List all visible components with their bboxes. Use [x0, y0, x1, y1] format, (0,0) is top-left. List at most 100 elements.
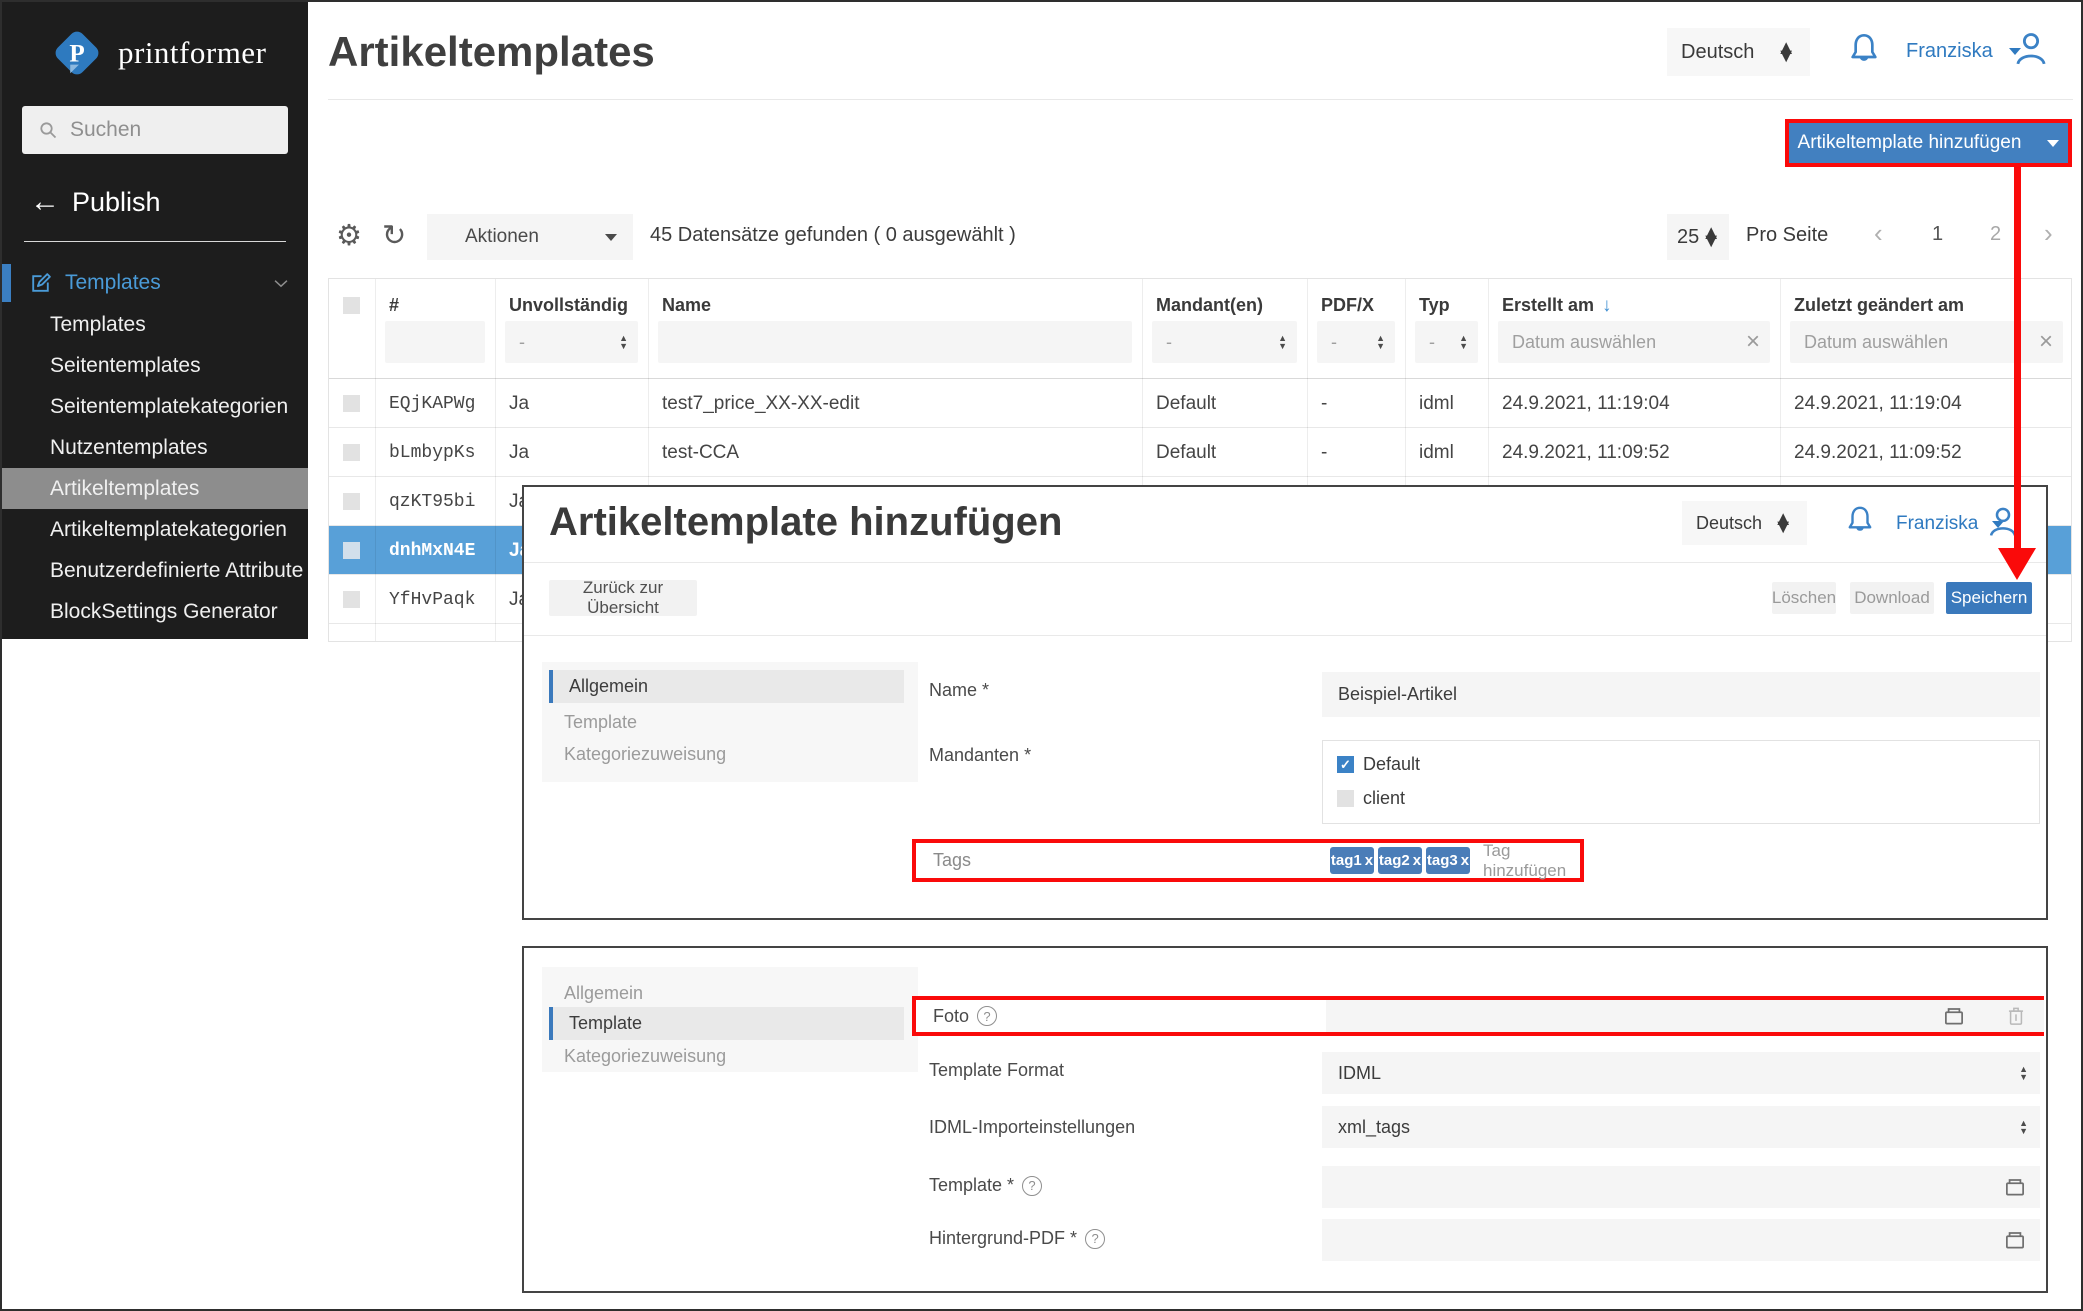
user-menu[interactable]: Franziska: [1906, 40, 2021, 63]
background-pdf-field[interactable]: [1322, 1219, 2040, 1261]
question-icon[interactable]: ?: [1022, 1176, 1042, 1196]
clear-icon[interactable]: ×: [2039, 328, 2053, 356]
search-input[interactable]: Suchen: [22, 106, 288, 154]
folder-icon[interactable]: [2002, 1227, 2028, 1253]
folder-icon[interactable]: [1941, 1003, 1967, 1029]
refresh-icon[interactable]: ↻: [382, 218, 406, 253]
notifications-bell-icon[interactable]: [1844, 30, 1884, 70]
delete-button[interactable]: Löschen: [1772, 582, 1836, 614]
language-select[interactable]: Deutsch ▲▼: [1667, 28, 1810, 76]
select-arrows-icon: ▲▼: [1773, 515, 1793, 531]
tag-chip[interactable]: tag3x: [1426, 847, 1470, 874]
row-checkbox[interactable]: [343, 493, 360, 510]
filter-name-input[interactable]: [658, 321, 1132, 363]
col-name[interactable]: Name: [662, 295, 711, 316]
settings-gear-icon[interactable]: ⚙: [336, 218, 362, 253]
user-avatar-icon[interactable]: [2010, 28, 2052, 70]
download-button[interactable]: Download: [1850, 582, 1934, 614]
page-number-2[interactable]: 2: [1990, 223, 2001, 246]
sidebar-item-artikeltemplatekategorien[interactable]: Artikeltemplatekategorien: [2, 509, 308, 550]
col-typ[interactable]: Typ: [1419, 295, 1450, 316]
actions-dropdown[interactable]: Aktionen: [427, 214, 633, 260]
notifications-bell-icon[interactable]: [1842, 503, 1878, 539]
filter-pdfx-select[interactable]: - ▲▼: [1317, 321, 1395, 363]
foto-value-area[interactable]: [1326, 1000, 2044, 1032]
add-tag-placeholder[interactable]: Tag hinzufügen: [1483, 841, 1580, 881]
back-to-publish[interactable]: ← Publish: [30, 185, 161, 219]
tag-chip[interactable]: tag2x: [1378, 847, 1422, 874]
checkbox-unchecked[interactable]: [1337, 790, 1354, 807]
col-id[interactable]: #: [389, 295, 399, 316]
sidebar-item-blocksettings-generator[interactable]: BlockSettings Generator: [2, 591, 308, 632]
foto-field[interactable]: Foto ?: [916, 1000, 2040, 1032]
tags-field[interactable]: Tags tag1x tag2x tag3x Tag hinzufügen: [916, 843, 1580, 878]
row-checkbox[interactable]: [343, 542, 360, 559]
filter-typ-select[interactable]: - ▲▼: [1415, 321, 1478, 363]
add-artikeltemplate-button[interactable]: Artikeltemplate hinzufügen: [1789, 123, 2068, 163]
language-value: Deutsch: [1681, 41, 1754, 64]
col-zuletzt[interactable]: Zuletzt geändert am: [1794, 295, 1964, 316]
dialog-title: Artikeltemplate hinzufügen: [549, 500, 1062, 545]
page-prev-icon[interactable]: ‹: [1874, 218, 1883, 249]
row-checkbox[interactable]: [343, 395, 360, 412]
actions-label: Aktionen: [465, 226, 539, 248]
per-page-select[interactable]: 25 ▲▼: [1667, 214, 1729, 260]
col-unvollstaendig[interactable]: Unvollständig: [509, 295, 628, 316]
checkbox-checked[interactable]: ✓: [1337, 756, 1354, 773]
clear-icon[interactable]: ×: [1746, 328, 1760, 356]
col-mandanten[interactable]: Mandant(en): [1156, 295, 1263, 316]
remove-tag-icon[interactable]: x: [1365, 852, 1373, 869]
row-checkbox[interactable]: [343, 444, 360, 461]
cell-name: test7_price_XX-XX-edit: [662, 379, 860, 428]
col-erstellt[interactable]: Erstellt am↓: [1502, 295, 1612, 317]
tab-kategoriezuweisung[interactable]: Kategoriezuweisung: [542, 738, 904, 771]
page-next-icon[interactable]: ›: [2044, 218, 2053, 249]
filter-mandant-select[interactable]: - ▲▼: [1152, 321, 1297, 363]
col-pdfx[interactable]: PDF/X: [1321, 295, 1374, 316]
back-to-overview-button[interactable]: Zurück zur Übersicht: [549, 580, 697, 616]
trash-icon[interactable]: [2003, 1003, 2029, 1029]
table-row[interactable]: bLmbypKs Ja test-CCA Default - idml 24.9…: [329, 428, 2071, 477]
printformer-logo[interactable]: P printformer: [48, 24, 266, 82]
cell-created: 24.9.2021, 11:19:04: [1502, 379, 1670, 428]
tab-template[interactable]: Template: [549, 1007, 904, 1040]
filter-created-date[interactable]: Datum auswählen ×: [1498, 321, 1770, 363]
filter-modified-date[interactable]: Datum auswählen ×: [1790, 321, 2063, 363]
user-name: Franziska: [1896, 513, 1978, 535]
format-select[interactable]: IDML ▲▼: [1322, 1052, 2040, 1094]
tag-chip[interactable]: tag1x: [1330, 847, 1374, 874]
tab-allgemein[interactable]: Allgemein: [542, 977, 904, 1010]
language-select[interactable]: Deutsch ▲▼: [1682, 501, 1807, 545]
save-button[interactable]: Speichern: [1946, 582, 2032, 614]
row-checkbox[interactable]: [343, 591, 360, 608]
dialog-divider: [524, 635, 2046, 636]
cell-incomplete: Ja: [509, 428, 529, 477]
filter-id-input[interactable]: [385, 321, 485, 363]
remove-tag-icon[interactable]: x: [1413, 852, 1421, 869]
sidebar-item-artikeltemplates[interactable]: Artikeltemplates: [2, 468, 308, 509]
client-option-default[interactable]: ✓ Default: [1337, 754, 2039, 775]
sidebar-item-seitentemplatekategorien[interactable]: Seitentemplatekategorien: [2, 386, 308, 427]
sort-desc-icon[interactable]: ↓: [1602, 295, 1612, 316]
question-icon[interactable]: ?: [977, 1006, 997, 1026]
table-row[interactable]: EQjKAPWg Ja test7_price_XX-XX-edit Defau…: [329, 379, 2071, 428]
tab-kategoriezuweisung[interactable]: Kategoriezuweisung: [542, 1040, 904, 1073]
sidebar-item-nutzentemplates[interactable]: Nutzentemplates: [2, 427, 308, 468]
folder-icon[interactable]: [2002, 1174, 2028, 1200]
tab-template[interactable]: Template: [542, 706, 904, 739]
sidebar-item-seitentemplates[interactable]: Seitentemplates: [2, 345, 308, 386]
name-input[interactable]: Beispiel-Artikel: [1322, 672, 2040, 717]
question-icon[interactable]: ?: [1085, 1229, 1105, 1249]
select-all-checkbox[interactable]: [343, 297, 360, 314]
sidebar-item-templates[interactable]: Templates: [2, 304, 308, 345]
tab-allgemein[interactable]: Allgemein: [549, 670, 904, 703]
remove-tag-icon[interactable]: x: [1461, 852, 1469, 869]
sidebar-item-benutzerdefinierte-attribute[interactable]: Benutzerdefinierte Attribute: [2, 550, 308, 591]
filter-unvollstaendig-select[interactable]: - ▲▼: [505, 321, 638, 363]
page-number-1[interactable]: 1: [1932, 223, 1943, 246]
select-arrows-icon: ▲▼: [1459, 334, 1468, 350]
template-file-field[interactable]: [1322, 1166, 2040, 1208]
sidebar-section-templates[interactable]: Templates: [2, 264, 308, 302]
idml-select[interactable]: xml_tags ▲▼: [1322, 1106, 2040, 1148]
client-option-client[interactable]: client: [1337, 788, 2039, 809]
